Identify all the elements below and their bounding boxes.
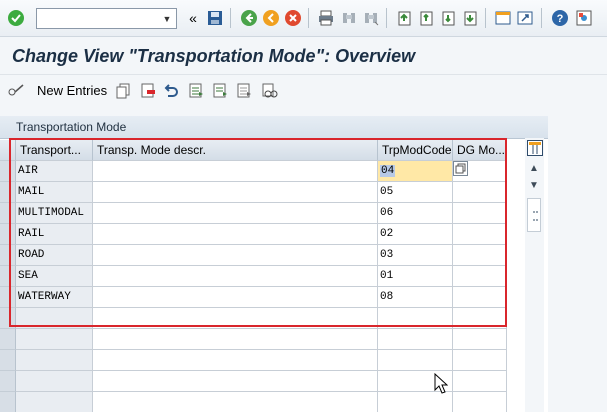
empty-table-row xyxy=(0,392,507,412)
grip-icon xyxy=(533,211,536,221)
row-selector[interactable] xyxy=(0,392,16,412)
empty-cell[interactable] xyxy=(93,329,378,350)
empty-cell[interactable] xyxy=(453,371,507,392)
deselect-all-icon[interactable] xyxy=(235,82,253,100)
cancel-icon[interactable] xyxy=(284,9,302,27)
page-title: Change View "Transportation Mode": Overv… xyxy=(12,46,416,66)
scroll-up-icon[interactable]: ▲ xyxy=(529,163,539,174)
table-settings-icon[interactable] xyxy=(527,140,543,156)
find-icon[interactable] xyxy=(340,9,358,27)
copy-icon[interactable] xyxy=(115,82,133,100)
select-block-icon[interactable] xyxy=(211,82,229,100)
empty-table-row xyxy=(0,329,507,350)
where-used-icon[interactable] xyxy=(260,82,278,100)
toolbar-separator xyxy=(308,8,309,28)
toolbar-separator xyxy=(386,8,387,28)
row-selector[interactable] xyxy=(0,350,16,371)
toolbar-separator xyxy=(230,8,231,28)
customize-icon[interactable] xyxy=(575,9,593,27)
system-toolbar: ▼ « ? xyxy=(0,0,607,37)
find-next-icon[interactable] xyxy=(362,9,380,27)
first-page-icon[interactable] xyxy=(395,9,413,27)
save-icon[interactable] xyxy=(206,9,224,27)
table-caption-label: Transportation Mode xyxy=(16,120,127,134)
empty-cell[interactable] xyxy=(378,329,453,350)
new-entries-button[interactable]: New Entries xyxy=(37,83,107,98)
empty-cell[interactable] xyxy=(93,371,378,392)
svg-text:?: ? xyxy=(557,13,564,25)
empty-cell[interactable] xyxy=(453,329,507,350)
empty-cell xyxy=(16,350,93,371)
command-field[interactable]: ▼ xyxy=(36,8,177,29)
empty-cell xyxy=(16,371,93,392)
chevron-down-icon[interactable]: ▼ xyxy=(160,9,174,28)
application-toolbar: New Entries xyxy=(0,76,607,106)
empty-cell[interactable] xyxy=(378,350,453,371)
highlight-annotation xyxy=(9,138,507,327)
next-page-icon[interactable] xyxy=(439,9,457,27)
previous-page-icon[interactable] xyxy=(417,9,435,27)
mouse-cursor-icon xyxy=(434,372,449,395)
toolbar-separator xyxy=(541,8,542,28)
undo-icon[interactable] xyxy=(162,82,180,100)
table-caption: Transportation Mode xyxy=(0,116,548,139)
scroll-down-icon[interactable]: ▼ xyxy=(529,180,539,191)
toolbar-separator xyxy=(485,8,486,28)
delete-icon[interactable] xyxy=(139,82,157,100)
new-session-icon[interactable] xyxy=(494,9,512,27)
row-selector[interactable] xyxy=(0,371,16,392)
shortcut-icon[interactable] xyxy=(516,9,534,27)
empty-cell[interactable] xyxy=(93,350,378,371)
row-selector[interactable] xyxy=(0,329,16,350)
empty-table-row xyxy=(0,350,507,371)
empty-cell xyxy=(16,329,93,350)
empty-cell[interactable] xyxy=(453,392,507,412)
empty-cell[interactable] xyxy=(453,350,507,371)
select-all-icon[interactable] xyxy=(187,82,205,100)
title-bar: Change View "Transportation Mode": Overv… xyxy=(0,38,607,75)
empty-table-row xyxy=(0,371,507,392)
exit-icon[interactable] xyxy=(262,9,280,27)
print-icon[interactable] xyxy=(317,9,335,27)
empty-cell[interactable] xyxy=(93,392,378,412)
back-icon[interactable] xyxy=(240,9,258,27)
scroll-thumb[interactable] xyxy=(527,198,541,232)
edit-glasses-icon[interactable] xyxy=(7,82,25,100)
last-page-icon[interactable] xyxy=(461,9,479,27)
empty-cell xyxy=(16,392,93,412)
check-icon[interactable] xyxy=(7,9,25,27)
help-icon[interactable]: ? xyxy=(551,9,569,27)
back-double-icon[interactable]: « xyxy=(184,9,202,27)
